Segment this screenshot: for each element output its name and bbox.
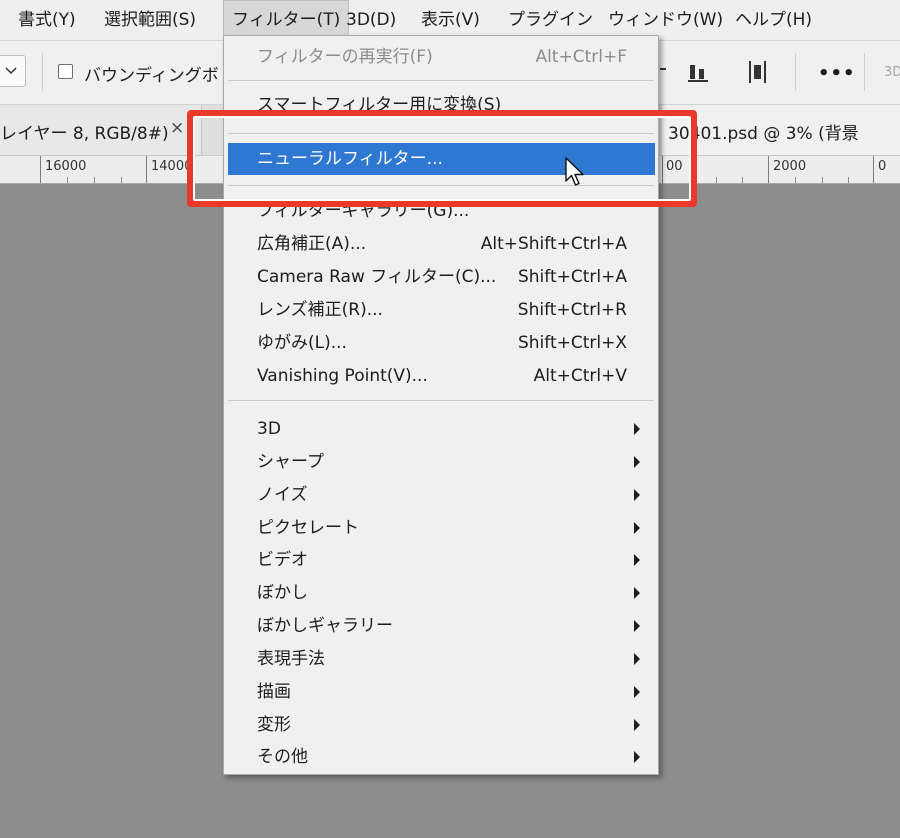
- submenu-arrow-icon: [634, 686, 640, 698]
- document-tab-active[interactable]: 30401.psd @ 3% (背景: [662, 105, 900, 155]
- ruler-tick: [40, 156, 41, 183]
- menu-item-vanishing-point[interactable]: Vanishing Point(V)... Alt+Ctrl+V: [225, 360, 657, 392]
- ruler-minor-tick: [742, 177, 743, 183]
- submenu-arrow-icon: [634, 456, 640, 468]
- bounding-box-label: バウンディングボ: [84, 66, 219, 86]
- chevron-down-icon: [5, 67, 17, 75]
- submenu-pixelate[interactable]: ピクセレート: [225, 512, 657, 544]
- submenu-distort[interactable]: 変形: [225, 709, 657, 741]
- submenu-arrow-icon: [634, 522, 640, 534]
- menu-window[interactable]: ウィンドウ(W): [600, 0, 731, 40]
- menu-3d[interactable]: 3D(D): [338, 0, 404, 40]
- menu-item-camera-raw[interactable]: Camera Raw フィルター(C)... Shift+Ctrl+A: [225, 261, 657, 293]
- align-left-icon[interactable]: [660, 59, 668, 85]
- ruler-tick: [873, 156, 874, 183]
- ruler-label: 2000: [773, 159, 807, 174]
- highlight-callout: [187, 110, 697, 207]
- toolbar-divider: [795, 53, 796, 91]
- document-tab-title: レイヤー 8, RGB/8#): [0, 124, 169, 144]
- submenu-arrow-icon: [634, 489, 640, 501]
- ruler-label: 0: [878, 159, 887, 174]
- ruler-label: 16000: [45, 159, 87, 174]
- ruler-minor-tick: [67, 177, 68, 183]
- bounding-box-checkbox[interactable]: [58, 64, 73, 79]
- ruler-tick: [146, 156, 147, 183]
- submenu-video[interactable]: ビデオ: [225, 544, 657, 576]
- distribute-icon[interactable]: [745, 59, 771, 85]
- menu-item-last-filter[interactable]: フィルターの再実行(F) Alt+Ctrl+F: [225, 41, 657, 73]
- menu-separator: [228, 80, 654, 81]
- mouse-cursor-icon: [565, 157, 584, 186]
- submenu-other[interactable]: その他: [225, 741, 657, 773]
- document-tab[interactable]: レイヤー 8, RGB/8#) ×: [0, 105, 202, 155]
- menu-item-lens-correction[interactable]: レンズ補正(R)... Shift+Ctrl+R: [225, 294, 657, 326]
- menu-plugins[interactable]: プラグイン: [500, 0, 601, 40]
- ruler-minor-tick: [716, 177, 717, 183]
- ruler-minor-tick: [121, 177, 122, 183]
- submenu-blur-gallery[interactable]: ぼかしギャラリー: [225, 610, 657, 642]
- menu-separator: [228, 400, 654, 401]
- menu-filter[interactable]: フィルター(T): [223, 0, 350, 40]
- submenu-3d[interactable]: 3D: [225, 413, 657, 445]
- menu-view[interactable]: 表示(V): [413, 0, 488, 40]
- close-icon[interactable]: ×: [170, 118, 184, 138]
- submenu-arrow-icon: [634, 423, 640, 435]
- align-bottom-icon[interactable]: [686, 59, 712, 85]
- ruler-minor-tick: [822, 177, 823, 183]
- more-options-icon[interactable]: •••: [818, 63, 856, 84]
- submenu-arrow-icon: [634, 751, 640, 763]
- submenu-blur[interactable]: ぼかし: [225, 577, 657, 609]
- ruler-minor-tick: [848, 177, 849, 183]
- submenu-arrow-icon: [634, 554, 640, 566]
- ruler-minor-tick: [795, 177, 796, 183]
- toolbar-divider: [42, 53, 43, 91]
- submenu-sharpen[interactable]: シャープ: [225, 446, 657, 478]
- submenu-arrow-icon: [634, 620, 640, 632]
- submenu-arrow-icon: [634, 587, 640, 599]
- submenu-stylize[interactable]: 表現手法: [225, 643, 657, 675]
- ruler-minor-tick: [94, 177, 95, 183]
- menu-format[interactable]: 書式(Y): [10, 0, 84, 40]
- menu-help[interactable]: ヘルプ(H): [727, 0, 820, 40]
- toolbar-divider: [864, 53, 865, 91]
- 3d-mode-label[interactable]: 3D: [884, 65, 900, 80]
- menu-item-liquify[interactable]: ゆがみ(L)... Shift+Ctrl+X: [225, 327, 657, 359]
- submenu-render[interactable]: 描画: [225, 676, 657, 708]
- menu-select[interactable]: 選択範囲(S): [96, 0, 204, 40]
- tool-preset-dropdown[interactable]: [0, 55, 26, 87]
- submenu-arrow-icon: [634, 653, 640, 665]
- ruler-tick: [768, 156, 769, 183]
- menu-item-adaptive-wide-angle[interactable]: 広角補正(A)... Alt+Shift+Ctrl+A: [225, 228, 657, 260]
- submenu-arrow-icon: [634, 719, 640, 731]
- submenu-noise[interactable]: ノイズ: [225, 479, 657, 511]
